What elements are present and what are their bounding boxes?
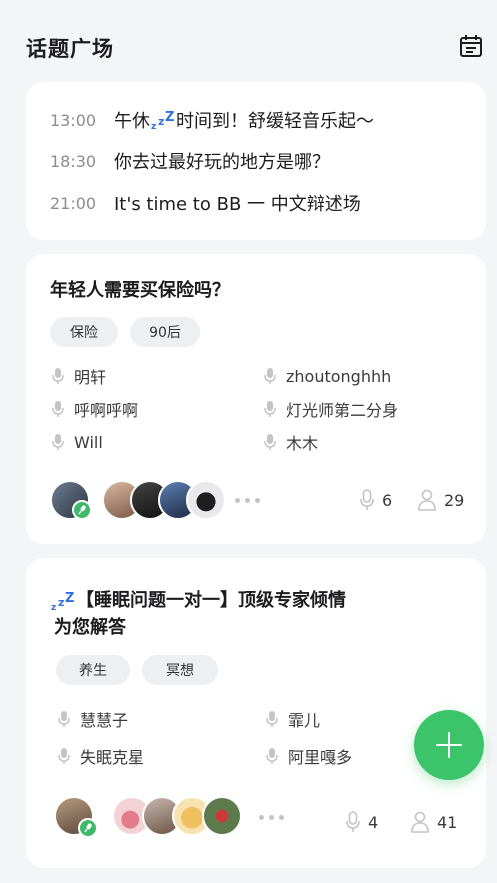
speaker-name: 慧慧子 — [80, 711, 129, 730]
speaker-item: zhoutonghhh — [264, 363, 391, 389]
mic-icon — [266, 748, 278, 764]
schedule-item[interactable]: 18:30 你去过最好玩的地方是哪？ — [50, 146, 330, 176]
topic-tag[interactable]: 90后 — [130, 317, 200, 347]
speaker-name: 阿里嘎多 — [288, 748, 353, 767]
mic-icon — [52, 368, 64, 384]
svg-text:z: z — [151, 122, 156, 131]
speaker-item: 明轩 — [52, 363, 106, 389]
speaker-name: 明轩 — [74, 368, 107, 387]
speaker-name: zhoutonghhh — [286, 366, 392, 386]
svg-text:z: z — [58, 596, 64, 609]
speaker-item: 木木 — [264, 429, 318, 455]
schedule-title: 你去过最好玩的地方是哪？ — [114, 152, 330, 173]
person-icon — [411, 811, 429, 833]
schedule-title: It's time to BB 一 中文辩述场 — [114, 194, 361, 215]
topic-tag[interactable]: 保险 — [50, 317, 118, 347]
listener-count-value: 29 — [444, 490, 465, 510]
speaker-name: Will — [74, 432, 103, 452]
page-title: 话题广场 — [26, 37, 114, 61]
svg-text:Z: Z — [165, 110, 174, 125]
schedule-time: 18:30 — [50, 151, 97, 171]
speaker-item: 阿里嘎多 — [266, 743, 352, 769]
mic-icon — [266, 711, 278, 727]
create-topic-button[interactable] — [414, 710, 484, 780]
speaker-count-value: 4 — [368, 812, 379, 832]
header: 话题广场 — [0, 0, 497, 80]
speaker-name: 霏儿 — [288, 711, 321, 730]
svg-text:Z: Z — [65, 591, 74, 606]
topic-tag[interactable]: 养生 — [56, 655, 130, 685]
speaker-count: 6 — [360, 487, 392, 513]
mic-icon — [264, 401, 276, 417]
speaker-name: 失眠克星 — [80, 748, 145, 767]
speaker-name: 木木 — [286, 434, 319, 453]
avatar[interactable] — [202, 796, 242, 836]
listener-count: 41 — [411, 809, 457, 835]
host-mic-icon — [78, 818, 98, 838]
avatar[interactable] — [186, 480, 226, 520]
mic-icon — [52, 434, 64, 450]
speaker-item: 慧慧子 — [58, 706, 128, 732]
host-mic-icon — [72, 500, 92, 520]
topic-card[interactable]: z z Z 【睡眠问题一对一】顶级专家倾情 为您解答 养生 冥想 慧慧子 霏儿 … — [26, 558, 486, 868]
mic-icon — [52, 401, 64, 417]
svg-text:z: z — [51, 603, 56, 612]
person-icon — [418, 489, 436, 511]
more-avatars-icon — [259, 812, 289, 822]
speaker-item: 灯光师第二分身 — [264, 396, 398, 422]
mic-icon — [58, 711, 70, 727]
topic-title: z z Z 【睡眠问题一对一】顶级专家倾情 — [50, 586, 346, 616]
mic-icon — [58, 748, 70, 764]
schedule-title-part: 时间到！舒缓轻音乐起～ — [176, 111, 374, 132]
speaker-item: 呼啊呼啊 — [52, 396, 138, 422]
speaker-name: 呼啊呼啊 — [74, 401, 139, 420]
schedule-time: 21:00 — [50, 193, 97, 213]
schedule-time: 13:00 — [50, 110, 97, 130]
mic-icon — [264, 368, 276, 384]
speaker-item: 霏儿 — [266, 706, 320, 732]
zzz-icon: z z Z — [50, 590, 76, 613]
mic-icon — [360, 489, 374, 510]
listener-count-value: 41 — [437, 812, 458, 832]
topic-title: 年轻人需要买保险吗？ — [50, 280, 230, 301]
schedule-title: 午休 z z Z 时间到！舒缓轻音乐起～ — [114, 107, 374, 133]
schedule-card[interactable]: 13:00 午休 z z Z 时间到！舒缓轻音乐起～ 18:30 你去过最好玩的… — [26, 82, 486, 240]
schedule-item[interactable]: 13:00 午休 z z Z 时间到！舒缓轻音乐起～ — [50, 105, 374, 135]
zzz-icon: z z Z — [150, 109, 176, 132]
mic-icon — [346, 811, 360, 832]
listener-count: 29 — [418, 487, 464, 513]
speaker-item: Will — [52, 429, 103, 455]
mic-icon — [264, 434, 276, 450]
speaker-count: 4 — [346, 809, 378, 835]
speaker-count-value: 6 — [382, 490, 393, 510]
topic-tag[interactable]: 冥想 — [142, 655, 218, 685]
topic-title-line: 为您解答 — [54, 617, 126, 638]
schedule-item[interactable]: 21:00 It's time to BB 一 中文辩述场 — [50, 188, 361, 218]
calendar-icon[interactable] — [458, 34, 484, 58]
schedule-title-part: 午休 — [114, 111, 150, 132]
topic-title-line: 【睡眠问题一对一】顶级专家倾情 — [76, 590, 346, 611]
topic-card[interactable]: 年轻人需要买保险吗？ 保险 90后 明轩 zhoutonghhh 呼啊呼啊 灯光… — [26, 254, 486, 544]
speaker-name: 灯光师第二分身 — [286, 401, 399, 420]
more-avatars-icon — [235, 495, 265, 505]
speaker-item: 失眠克星 — [58, 743, 144, 769]
svg-text:z: z — [158, 115, 164, 128]
